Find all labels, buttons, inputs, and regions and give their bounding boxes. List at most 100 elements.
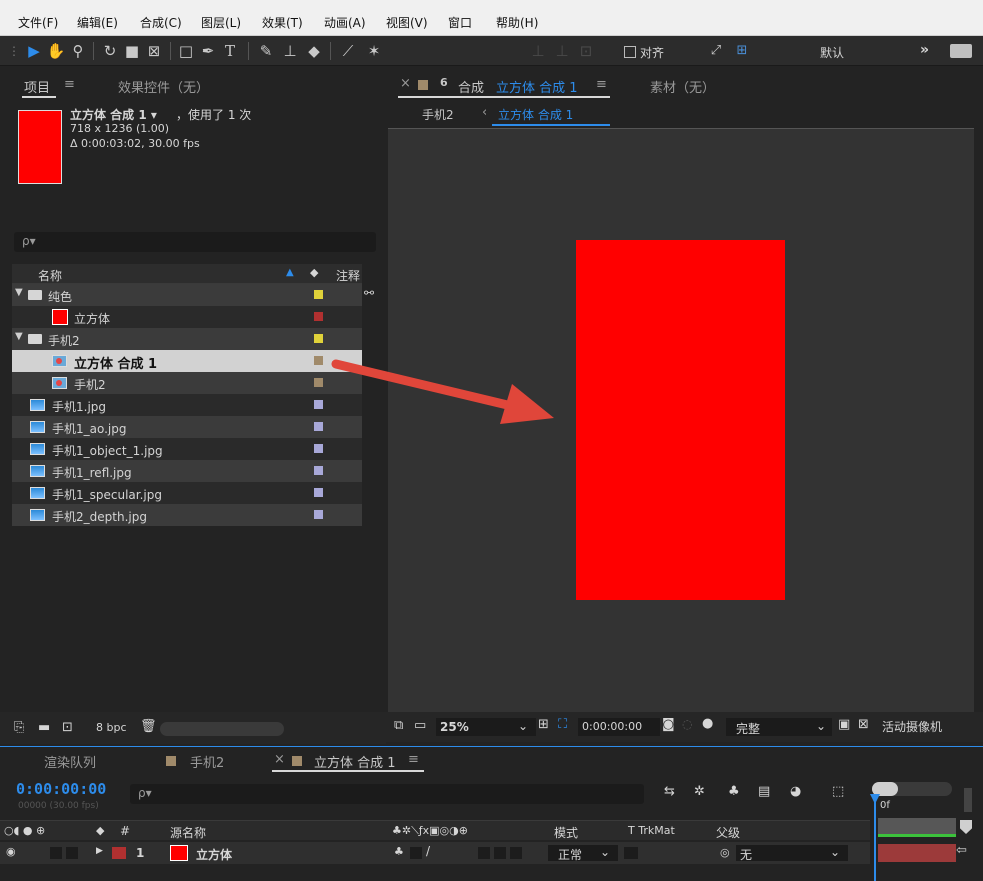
visibility-eye-icon[interactable]: ◉ — [6, 845, 16, 858]
project-item-image[interactable]: 手机1.jpg — [12, 394, 362, 416]
layer-switches-icon[interactable]: ♣✲⟍ƒx▣◎◑⊕ — [392, 824, 468, 838]
close-timeline-tab-icon[interactable]: × — [274, 752, 285, 767]
new-composition-icon[interactable]: ⊡ — [62, 720, 73, 735]
comp-tab-menu-icon[interactable]: ≡ — [596, 77, 607, 92]
menu-view[interactable]: 视图(V) — [386, 14, 428, 31]
zoom-tool-icon[interactable]: ⚲ — [68, 40, 88, 62]
effect-switch[interactable] — [478, 847, 490, 859]
hand-tool-icon[interactable]: ✋ — [46, 40, 66, 62]
tab-timeline-comp[interactable]: 立方体 合成 1 — [314, 752, 396, 771]
blend-mode-dropdown[interactable]: 正常 ⌄ — [548, 845, 618, 862]
timeline-right-scroll[interactable] — [964, 788, 972, 812]
label-color-swatch[interactable] — [314, 466, 323, 475]
label-color-swatch[interactable] — [314, 334, 323, 343]
monitor-icon[interactable]: ▭ — [414, 718, 426, 733]
snapshot-icon[interactable]: ◙ — [662, 717, 675, 732]
column-trkmat[interactable]: T TrkMat — [628, 824, 675, 837]
work-area-bar[interactable] — [878, 818, 956, 834]
label-color-swatch[interactable] — [314, 312, 323, 321]
timeline-search-input[interactable]: ρ▾ — [130, 784, 644, 804]
channel-icon[interactable]: ● — [702, 716, 713, 731]
always-preview-icon[interactable]: ⧉ — [394, 718, 403, 733]
pick-whip-icon[interactable]: ◎ — [720, 846, 730, 859]
label-column-icon[interactable]: ◆ — [310, 266, 318, 279]
project-item-folder-solid[interactable]: ▼ 纯色 ⚯ — [12, 284, 374, 306]
frame-blend-switch[interactable] — [494, 847, 506, 859]
shy-layers-icon[interactable]: ♣ — [728, 784, 740, 799]
snap-option-icon[interactable]: ⤢ — [706, 40, 726, 62]
delete-icon[interactable]: 🗑 — [140, 719, 157, 734]
comp-mini-flowchart-icon[interactable]: ⇆ — [664, 784, 675, 799]
label-color-swatch[interactable] — [314, 356, 323, 365]
zoom-dropdown[interactable]: 25% ⌄ — [436, 718, 536, 736]
selection-tool-icon[interactable]: ▶ — [24, 40, 44, 62]
selected-item-name[interactable]: 立方体 合成 1 ▾ — [70, 106, 157, 123]
tab-composition-prefix[interactable]: 合成 — [458, 77, 484, 96]
draft-3d-icon[interactable]: ✲ — [694, 784, 705, 799]
label-color-swatch[interactable] — [314, 510, 323, 519]
track-matte-switch[interactable] — [624, 847, 638, 859]
motion-blur-switch[interactable] — [510, 847, 522, 859]
project-scrollbar[interactable] — [160, 722, 284, 736]
layer-row[interactable]: ◉ ▶ 1 立方体 ♣ / 正常 ⌄ ◎ 无 ⌄ — [0, 842, 870, 864]
time-navigator-handle[interactable] — [872, 782, 898, 796]
column-parent[interactable]: 父级 — [716, 824, 740, 841]
breadcrumb-current[interactable]: 立方体 合成 1 — [498, 106, 573, 123]
quality-switch[interactable] — [410, 847, 422, 859]
label-color-swatch[interactable] — [314, 488, 323, 497]
solo-switch[interactable] — [50, 847, 62, 859]
time-navigator[interactable] — [872, 782, 952, 796]
view-axis-icon[interactable]: ⊡ — [576, 40, 596, 62]
column-hash[interactable]: # — [120, 824, 130, 838]
menu-file[interactable]: 文件(F) — [18, 14, 58, 31]
camera-tool-icon[interactable]: ■ — [122, 40, 142, 62]
timeline-tab-menu-icon[interactable]: ≡ — [408, 752, 419, 767]
menu-help[interactable]: 帮助(H) — [496, 14, 538, 31]
interpret-footage-icon[interactable]: ⎘ — [14, 720, 24, 735]
grid-icon[interactable]: ⊞ — [538, 717, 549, 732]
parent-dropdown[interactable]: 无 ⌄ — [736, 845, 848, 862]
project-item-solid[interactable]: 立方体 — [12, 306, 362, 328]
project-tab-menu-icon[interactable]: ≡ — [64, 77, 75, 92]
menu-window[interactable]: 窗口 — [448, 14, 472, 31]
new-folder-icon[interactable]: ▬ — [38, 720, 50, 735]
project-item-image[interactable]: 手机2_depth.jpg — [12, 504, 362, 526]
label-color-swatch[interactable] — [314, 422, 323, 431]
sort-ascending-icon[interactable]: ▲ — [286, 267, 294, 278]
label-column-icon[interactable]: ◆ — [96, 824, 104, 837]
frame-blending-icon[interactable]: ▤ — [758, 784, 770, 799]
label-color-swatch[interactable] — [314, 290, 323, 299]
puppet-tool-icon[interactable]: ✶ — [364, 40, 384, 62]
project-item-comp-phone2[interactable]: 手机2 — [12, 372, 362, 394]
pan-behind-tool-icon[interactable]: ⊠ — [144, 40, 164, 62]
project-item-folder-phone2[interactable]: ▼ 手机2 — [12, 328, 362, 350]
layer-duration-bar[interactable] — [878, 844, 956, 862]
project-item-comp-selected[interactable]: 立方体 合成 1 — [12, 350, 362, 372]
menu-edit[interactable]: 编辑(E) — [77, 14, 118, 31]
column-comment[interactable]: 注释 — [336, 267, 360, 284]
current-time-field[interactable]: 0:00:00:00 — [578, 718, 660, 736]
world-axis-icon[interactable]: ⊥ — [552, 40, 572, 62]
project-item-image[interactable]: 手机1_refl.jpg — [12, 460, 362, 482]
layer-name[interactable]: 立方体 — [196, 846, 232, 863]
layer-label-swatch[interactable] — [112, 847, 126, 859]
tab-composition-name[interactable]: 立方体 合成 1 — [496, 77, 578, 96]
label-color-swatch[interactable] — [314, 378, 323, 387]
tab-project[interactable]: 项目 — [24, 77, 50, 96]
workspace-menu-icon[interactable] — [950, 44, 972, 58]
layer-out-point-icon[interactable]: ⇦ — [956, 843, 967, 858]
graph-editor-icon[interactable]: ⬚ — [832, 784, 844, 799]
project-item-image[interactable]: 手机1_ao.jpg — [12, 416, 362, 438]
tab-footage[interactable]: 素材（无） — [650, 77, 715, 96]
lock-switch[interactable] — [66, 847, 78, 859]
more-workspaces-button[interactable]: » — [920, 42, 929, 58]
label-color-swatch[interactable] — [314, 444, 323, 453]
menu-animation[interactable]: 动画(A) — [324, 14, 366, 31]
snap-target-icon[interactable]: ⊞ — [732, 40, 752, 62]
project-item-image[interactable]: 手机1_specular.jpg — [12, 482, 362, 504]
menu-layer[interactable]: 图层(L) — [201, 14, 241, 31]
color-depth-button[interactable]: 8 bpc — [96, 721, 127, 734]
transparency-grid-icon[interactable]: ⊠ — [858, 717, 869, 732]
rotate-tool-icon[interactable]: ↻ — [100, 40, 120, 62]
lock-icon[interactable]: 6 — [440, 76, 448, 89]
